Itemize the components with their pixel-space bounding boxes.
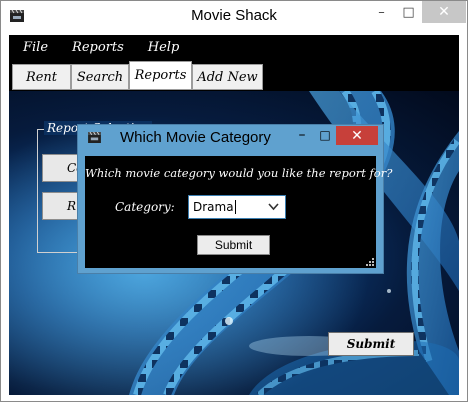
dialog-title: Which Movie Category (120, 129, 271, 146)
tab-rent[interactable]: Rent (12, 64, 71, 90)
dialog-title-bar[interactable]: Which Movie Category – □ ✕ (78, 125, 383, 151)
tab-strip: Rent Search Reports Add New (9, 60, 459, 91)
resize-grip-icon[interactable] (366, 258, 374, 266)
dialog-body: Which movie category would you like the … (85, 156, 393, 268)
minimize-button[interactable]: – (368, 1, 395, 23)
dialog-submit-button[interactable]: Submit (197, 235, 270, 255)
title-bar[interactable]: Movie Shack – □ ✕ (1, 1, 467, 33)
tab-add-new[interactable]: Add New (192, 64, 263, 90)
category-select-value: Drama (193, 200, 236, 214)
menu-reports[interactable]: Reports (58, 40, 134, 55)
category-select[interactable]: Drama (188, 195, 286, 219)
maximize-button[interactable]: □ (395, 1, 422, 23)
close-button[interactable]: ✕ (422, 1, 466, 23)
tab-search[interactable]: Search (71, 64, 129, 90)
menu-help[interactable]: Help (134, 40, 190, 55)
dialog-maximize-button[interactable]: □ (314, 125, 336, 145)
dialog-question: Which movie category would you like the … (85, 166, 393, 180)
dialog-close-button[interactable]: ✕ (336, 126, 378, 145)
menu-file[interactable]: File (9, 40, 58, 55)
category-label: Category: (115, 200, 175, 214)
main-submit-button[interactable]: Submit (328, 332, 414, 356)
dialog-minimize-button[interactable]: – (291, 125, 313, 145)
film-clapper-icon (88, 132, 101, 143)
chevron-down-icon (268, 203, 279, 211)
tab-reports[interactable]: Reports (129, 61, 192, 90)
menu-bar: File Reports Help (9, 35, 459, 60)
category-dialog: Which Movie Category – □ ✕ Which movie c… (77, 124, 393, 274)
